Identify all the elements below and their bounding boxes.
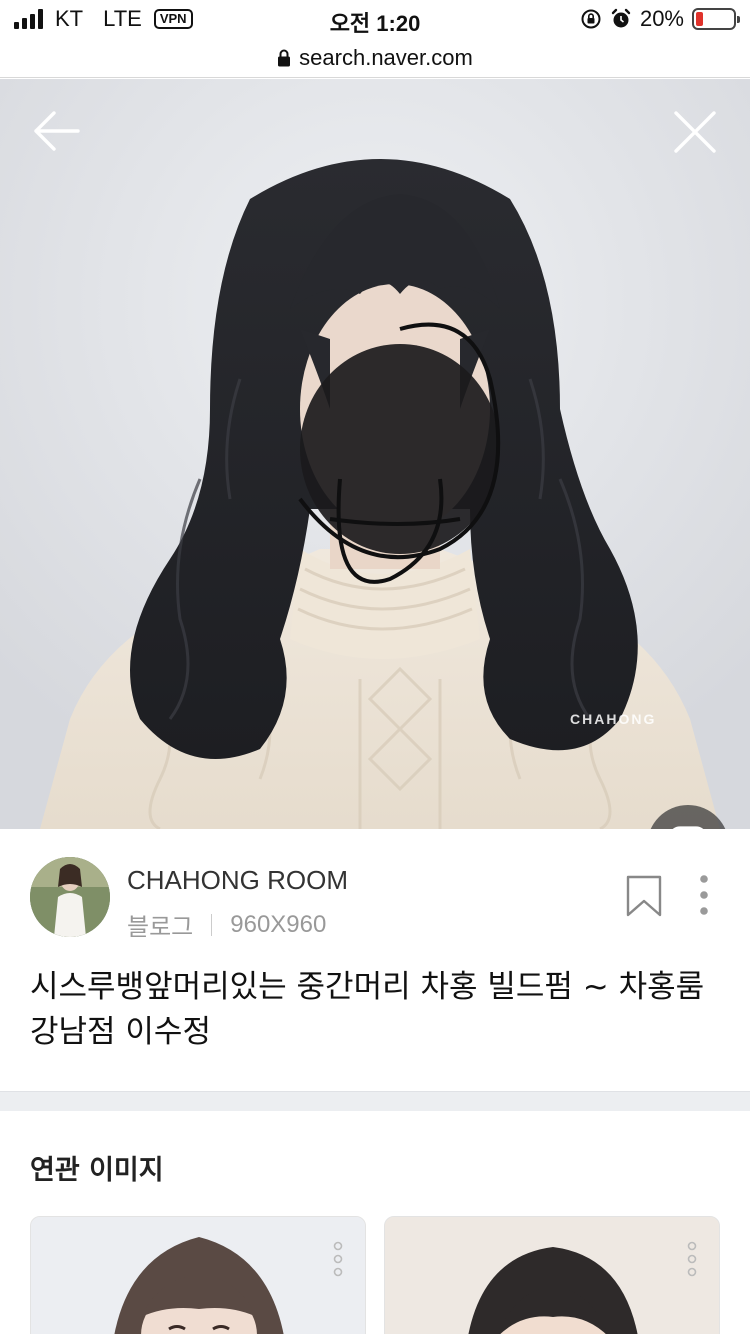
battery-icon [692, 8, 740, 30]
rotation-lock-icon [581, 9, 601, 29]
more-vertical-icon[interactable] [685, 1241, 699, 1277]
related-images-heading: 연관 이미지 [30, 1155, 164, 1186]
lock-icon [278, 49, 291, 66]
related-image-thumbnail[interactable] [30, 1216, 366, 1334]
avatar-image [30, 857, 110, 937]
source-name[interactable]: CHAHONG ROOM [127, 865, 348, 896]
alarm-icon [611, 8, 631, 28]
image-dimensions: 960X960 [230, 910, 327, 938]
battery-fill [696, 12, 704, 26]
close-icon[interactable] [672, 109, 718, 155]
related-image-thumbnail[interactable] [384, 1216, 720, 1334]
url-text[interactable]: search.naver.com [299, 45, 473, 71]
bookmark-icon[interactable] [626, 875, 662, 917]
back-arrow-icon[interactable] [30, 109, 82, 153]
source-type: 블로그 [127, 914, 194, 941]
more-vertical-icon[interactable] [331, 1241, 345, 1277]
source-meta: 블로그 960X960 [127, 907, 326, 942]
status-right: 20% [580, 6, 740, 32]
related-image [31, 1217, 365, 1334]
image-title[interactable]: 시스루뱅앞머리있는 중간머리 차홍 빌드펌 ~ 차홍룸 강남점 이수정 [30, 965, 720, 1055]
status-bar: KT LTE VPN 오전 1:20 20% [0, 0, 750, 40]
image-viewer[interactable]: CHAHONG [0, 79, 750, 829]
avatar[interactable] [30, 857, 110, 937]
section-divider [0, 1091, 750, 1111]
related-image [385, 1217, 719, 1334]
image-info: CHAHONG ROOM 블로그 960X960 시스루뱅앞머리있는 중간머리 … [0, 829, 750, 1091]
battery-percent: 20% [639, 6, 684, 31]
meta-divider [211, 913, 213, 936]
image-watermark: CHAHONG [570, 711, 657, 727]
url-bar[interactable]: search.naver.com [0, 38, 750, 78]
more-vertical-icon[interactable] [694, 873, 714, 917]
